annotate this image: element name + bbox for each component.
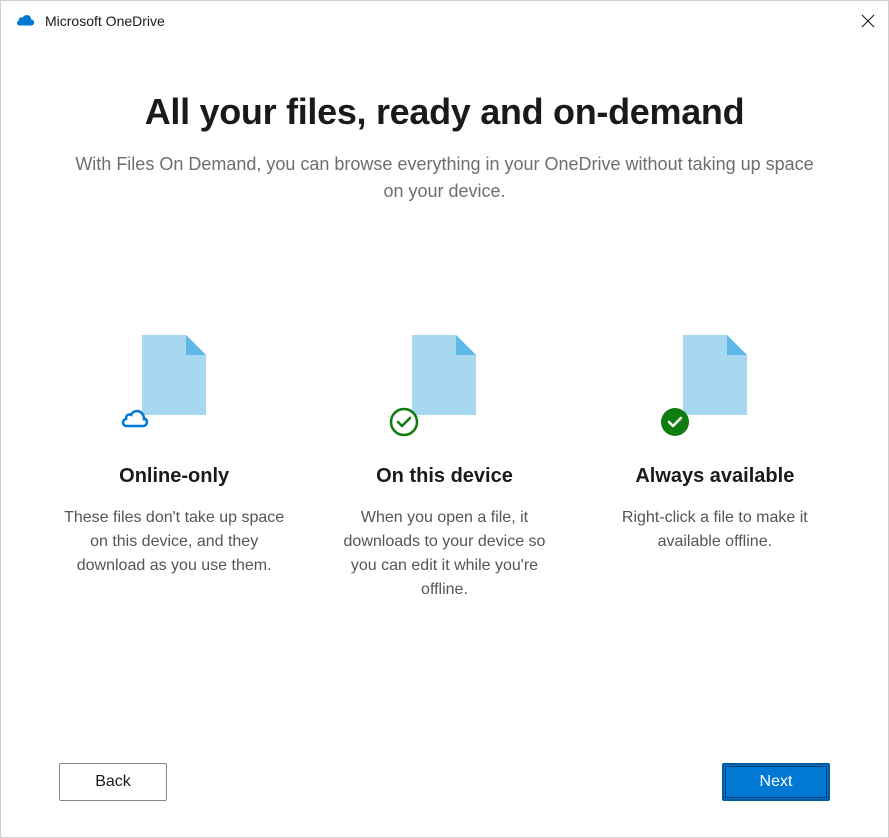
column-always-available: Always available Right-click a file to m… xyxy=(590,335,840,602)
column-description: These files don't take up space on this … xyxy=(59,506,289,578)
footer: Back Next xyxy=(1,727,888,837)
column-description: Right-click a file to make it available … xyxy=(600,506,830,554)
file-icon-always-available xyxy=(675,335,755,435)
next-button[interactable]: Next xyxy=(722,763,830,801)
back-button[interactable]: Back xyxy=(59,763,167,801)
feature-columns: Online-only These files don't take up sp… xyxy=(49,335,840,602)
window-title: Microsoft OneDrive xyxy=(45,13,165,29)
close-icon xyxy=(861,14,875,28)
column-on-device: On this device When you open a file, it … xyxy=(319,335,569,602)
column-description: When you open a file, it downloads to yo… xyxy=(329,506,559,602)
onedrive-cloud-icon xyxy=(17,12,35,30)
content-area: All your files, ready and on-demand With… xyxy=(1,41,888,727)
column-title: Always available xyxy=(635,465,794,488)
titlebar: Microsoft OneDrive xyxy=(1,1,888,41)
check-filled-icon xyxy=(660,407,690,437)
column-online-only: Online-only These files don't take up sp… xyxy=(49,335,299,602)
page-subtitle: With Files On Demand, you can browse eve… xyxy=(65,151,825,205)
onedrive-setup-window: Microsoft OneDrive All your files, ready… xyxy=(0,0,889,838)
cloud-outline-icon xyxy=(119,407,149,437)
column-title: Online-only xyxy=(119,465,229,488)
file-icon-on-device xyxy=(404,335,484,435)
file-icon-online-only xyxy=(134,335,214,435)
check-outline-icon xyxy=(389,407,419,437)
page-title: All your files, ready and on-demand xyxy=(49,91,840,133)
column-title: On this device xyxy=(376,465,513,488)
close-button[interactable] xyxy=(858,11,878,31)
